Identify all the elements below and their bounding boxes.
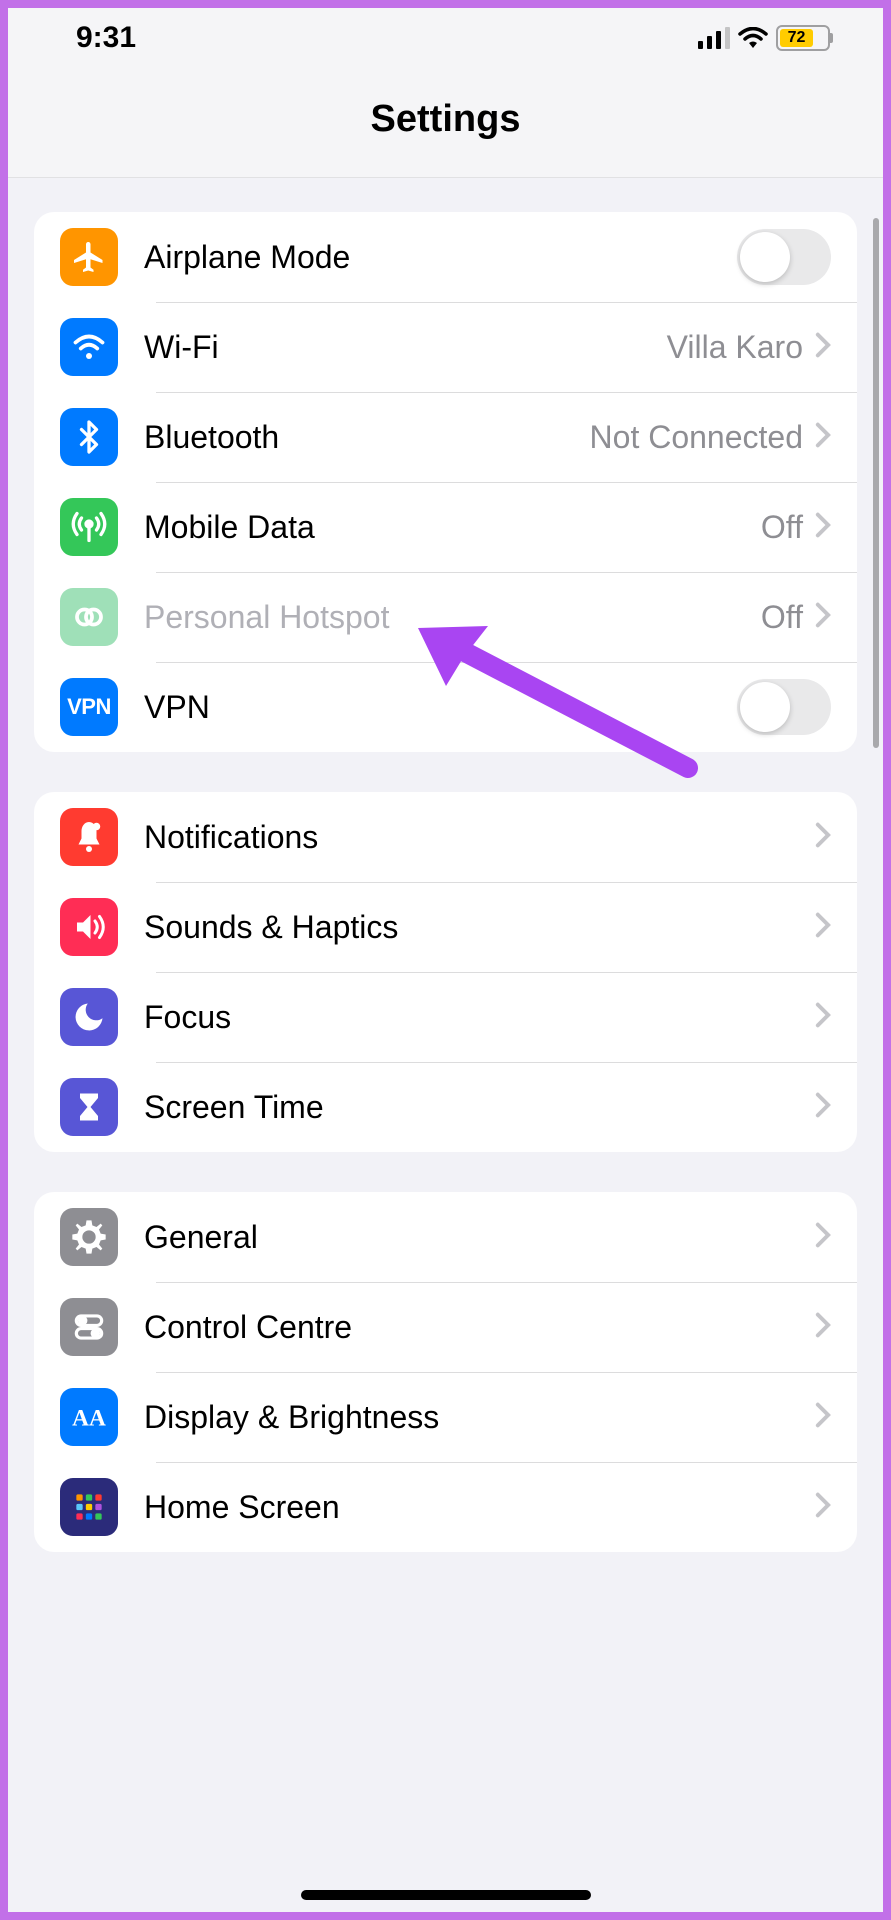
row-label: Mobile Data xyxy=(144,509,761,546)
row-value: Villa Karo xyxy=(667,329,803,366)
row-sounds-haptics[interactable]: Sounds & Haptics xyxy=(34,882,857,972)
bell-icon xyxy=(60,808,118,866)
row-label: Airplane Mode xyxy=(144,239,737,276)
aa-icon: AA xyxy=(60,1388,118,1446)
chevron-right-icon xyxy=(815,332,831,363)
row-value: Off xyxy=(761,509,803,546)
row-label: Screen Time xyxy=(144,1089,815,1126)
chevron-right-icon xyxy=(815,1222,831,1253)
row-label: Notifications xyxy=(144,819,815,856)
chevron-right-icon xyxy=(815,1492,831,1523)
nav-header: Settings xyxy=(8,68,883,178)
row-general[interactable]: General xyxy=(34,1192,857,1282)
chevron-right-icon xyxy=(815,1402,831,1433)
antenna-icon xyxy=(60,498,118,556)
row-value: Not Connected xyxy=(590,419,803,456)
hotspot-icon xyxy=(60,588,118,646)
row-label: Bluetooth xyxy=(144,419,590,456)
wifi-icon xyxy=(60,318,118,376)
row-wifi[interactable]: Wi-Fi Villa Karo xyxy=(34,302,857,392)
row-label: Sounds & Haptics xyxy=(144,909,815,946)
row-label: Display & Brightness xyxy=(144,1399,815,1436)
row-screen-time[interactable]: Screen Time xyxy=(34,1062,857,1152)
row-label: Personal Hotspot xyxy=(144,599,761,636)
row-control-centre[interactable]: Control Centre xyxy=(34,1282,857,1372)
settings-group-connectivity: Airplane Mode Wi-Fi Villa Karo Bluetooth… xyxy=(34,212,857,752)
row-mobile-data[interactable]: Mobile Data Off xyxy=(34,482,857,572)
row-value: Off xyxy=(761,599,803,636)
page-title: Settings xyxy=(8,98,883,141)
row-airplane-mode[interactable]: Airplane Mode xyxy=(34,212,857,302)
svg-text:AA: AA xyxy=(72,1405,106,1431)
row-label: General xyxy=(144,1219,815,1256)
bluetooth-icon xyxy=(60,408,118,466)
vpn-toggle[interactable] xyxy=(737,679,831,735)
chevron-right-icon xyxy=(815,512,831,543)
airplane-icon xyxy=(60,228,118,286)
row-label: Wi-Fi xyxy=(144,329,667,366)
settings-group-notifications: Notifications Sounds & Haptics Focus xyxy=(34,792,857,1152)
row-label: Home Screen xyxy=(144,1489,815,1526)
grid-icon xyxy=(60,1478,118,1536)
settings-group-general: General Control Centre AA Display & Brig… xyxy=(34,1192,857,1552)
chevron-right-icon xyxy=(815,602,831,633)
row-label: Focus xyxy=(144,999,815,1036)
settings-list[interactable]: Airplane Mode Wi-Fi Villa Karo Bluetooth… xyxy=(8,212,883,1552)
phone-frame: 9:31 72 Settings Air xyxy=(8,8,883,1912)
status-time: 9:31 xyxy=(76,21,136,55)
chevron-right-icon xyxy=(815,912,831,943)
chevron-right-icon xyxy=(815,1002,831,1033)
cellular-signal-icon xyxy=(698,27,730,49)
battery-level: 72 xyxy=(780,29,813,47)
row-personal-hotspot[interactable]: Personal Hotspot Off xyxy=(34,572,857,662)
row-label: VPN xyxy=(144,689,737,726)
chevron-right-icon xyxy=(815,822,831,853)
status-bar: 9:31 72 xyxy=(8,8,883,68)
row-home-screen[interactable]: Home Screen xyxy=(34,1462,857,1552)
row-vpn[interactable]: VPN VPN xyxy=(34,662,857,752)
row-focus[interactable]: Focus xyxy=(34,972,857,1062)
row-display-brightness[interactable]: AA Display & Brightness xyxy=(34,1372,857,1462)
row-label: Control Centre xyxy=(144,1309,815,1346)
battery-indicator: 72 xyxy=(776,25,833,51)
speaker-icon xyxy=(60,898,118,956)
wifi-status-icon xyxy=(738,27,768,49)
switches-icon xyxy=(60,1298,118,1356)
row-bluetooth[interactable]: Bluetooth Not Connected xyxy=(34,392,857,482)
home-indicator[interactable] xyxy=(301,1890,591,1900)
moon-icon xyxy=(60,988,118,1046)
chevron-right-icon xyxy=(815,1312,831,1343)
gear-icon xyxy=(60,1208,118,1266)
row-notifications[interactable]: Notifications xyxy=(34,792,857,882)
chevron-right-icon xyxy=(815,1092,831,1123)
airplane-toggle[interactable] xyxy=(737,229,831,285)
scrollbar[interactable] xyxy=(873,218,879,748)
chevron-right-icon xyxy=(815,422,831,453)
vpn-icon: VPN xyxy=(60,678,118,736)
hourglass-icon xyxy=(60,1078,118,1136)
status-indicators: 72 xyxy=(698,25,833,51)
